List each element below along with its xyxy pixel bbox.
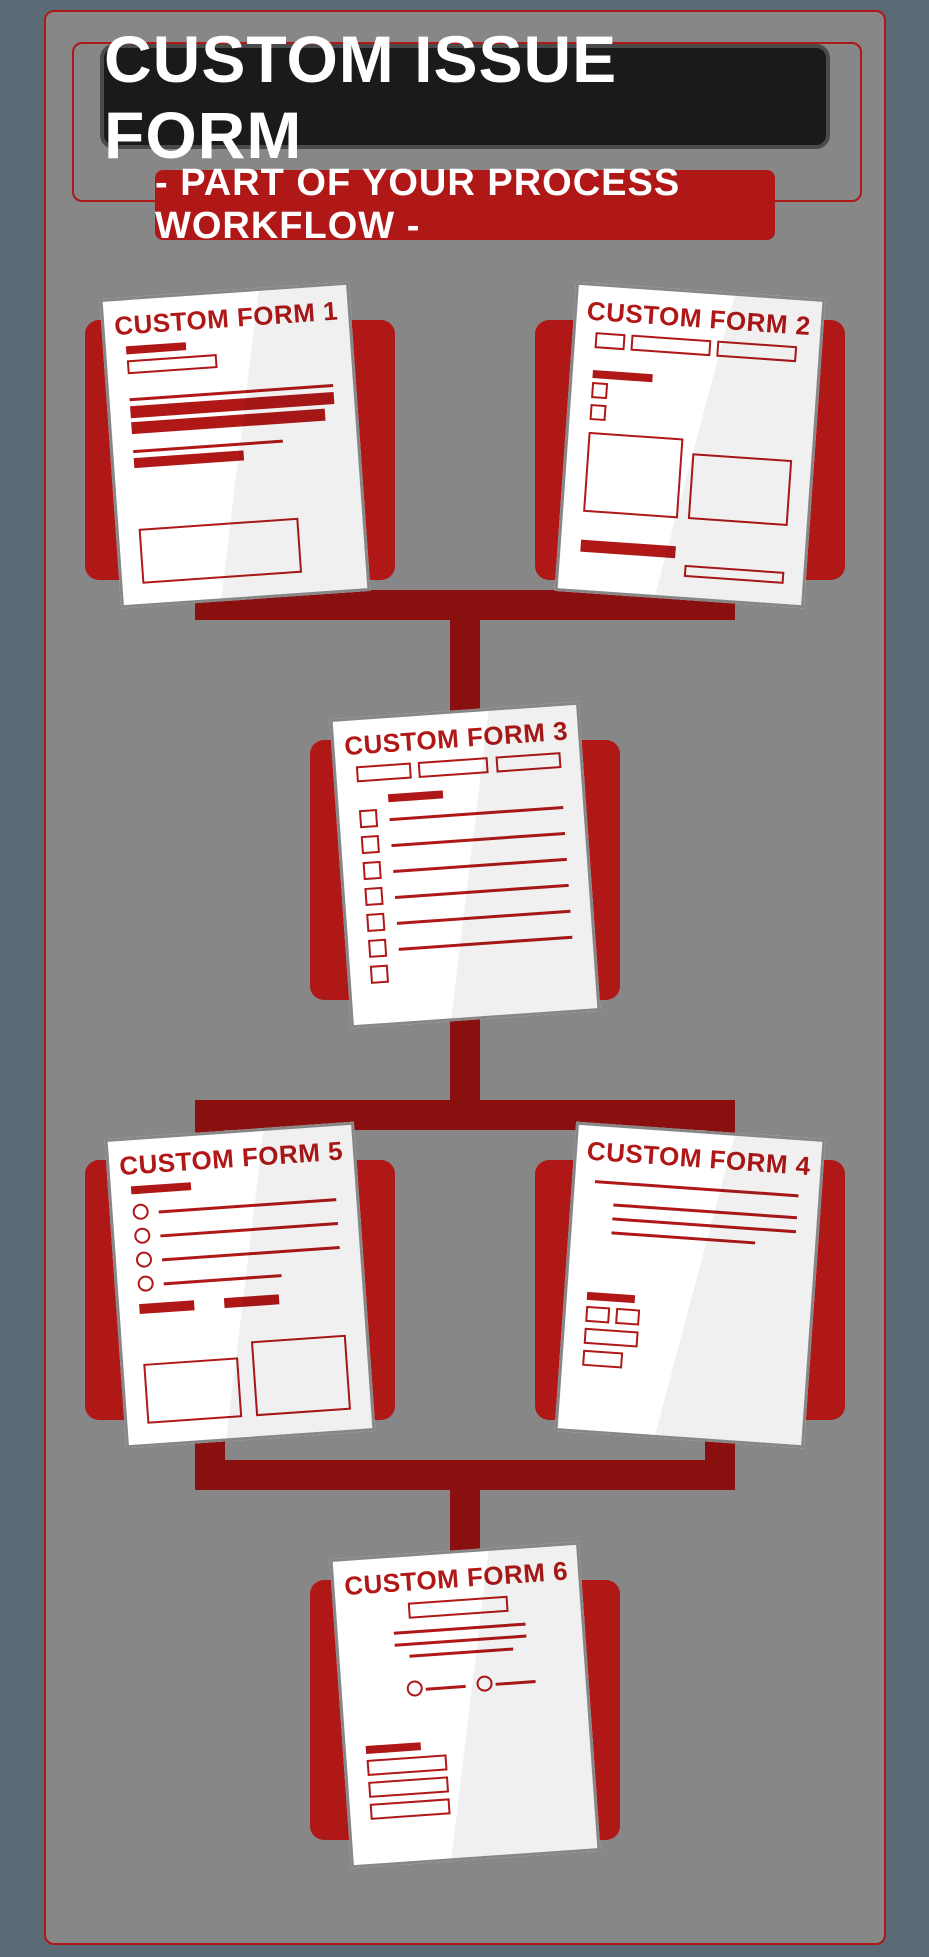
form-card: CUSTOM FORM 4 — [554, 1122, 825, 1449]
subtitle-text: - PART OF YOUR PROCESS WORKFLOW - — [155, 162, 775, 248]
connector — [195, 1100, 735, 1130]
subtitle-box: - PART OF YOUR PROCESS WORKFLOW - — [155, 170, 775, 240]
form-card: CUSTOM FORM 2 — [554, 282, 825, 609]
form-card: CUSTOM FORM 1 — [99, 282, 370, 609]
form-card: CUSTOM FORM 3 — [329, 702, 600, 1029]
form-card: CUSTOM FORM 5 — [104, 1122, 375, 1449]
form-card: CUSTOM FORM 6 — [329, 1542, 600, 1869]
title-box: CUSTOM ISSUE FORM — [100, 44, 830, 149]
title-text: CUSTOM ISSUE FORM — [104, 21, 826, 173]
